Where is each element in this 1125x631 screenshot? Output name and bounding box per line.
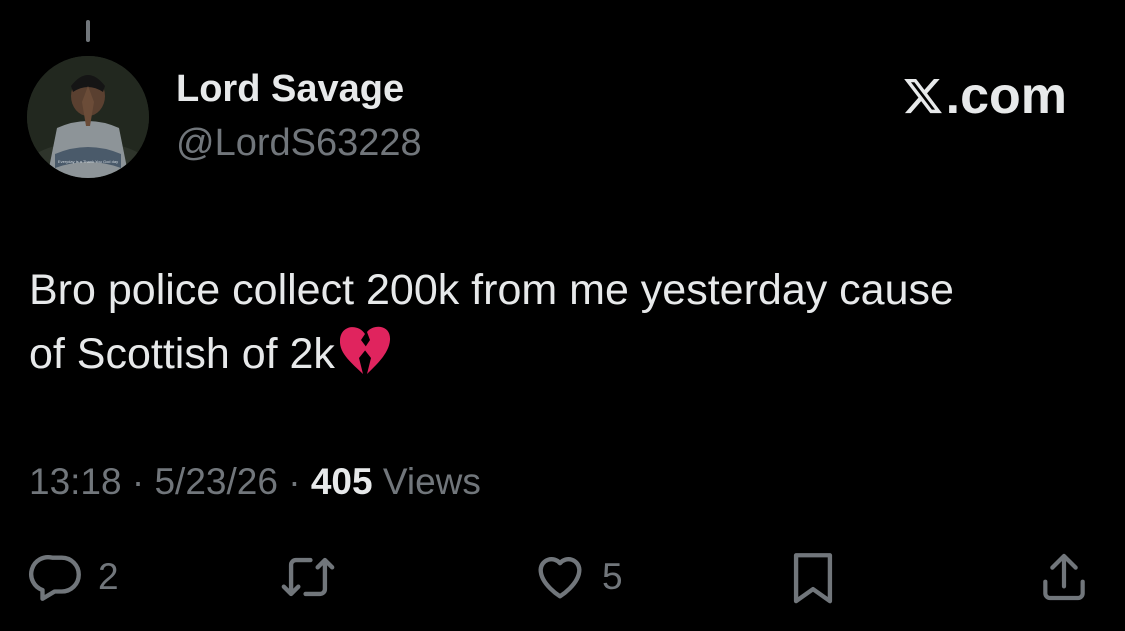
share-upload-icon: [1043, 553, 1085, 601]
reply-bubble-icon: [29, 555, 81, 601]
tweet-metadata: 13:18 · 5/23/26 · 405 Views: [29, 462, 481, 502]
share-button[interactable]: [1036, 548, 1092, 606]
thread-connector-line: [86, 20, 90, 42]
like-button[interactable]: 5: [530, 548, 623, 606]
views-count: 405: [310, 461, 373, 502]
avatar[interactable]: Everyday is a Thank You God day: [27, 56, 149, 178]
broken-heart-emoji-icon: [339, 326, 390, 374]
tweet-text-line-2: of Scottish of 2k: [29, 330, 335, 378]
meta-separator: ·: [277, 461, 311, 502]
meta-separator: ·: [121, 461, 155, 502]
heart-icon: [538, 557, 582, 599]
bookmark-icon: [793, 553, 833, 604]
repost-button[interactable]: [276, 548, 352, 606]
reply-button[interactable]: 2: [28, 548, 119, 606]
tweet-date[interactable]: 5/23/26: [154, 461, 277, 502]
like-count: 5: [602, 556, 623, 597]
tweet-text-line-1: Bro police collect 200k from me yesterda…: [29, 266, 954, 314]
bookmark-button[interactable]: [786, 548, 840, 606]
x-brand-watermark: .com: [902, 70, 1067, 122]
tweet-text: Bro police collect 200k from me yesterda…: [29, 258, 1099, 386]
avatar-image: Everyday is a Thank You God day: [27, 56, 149, 178]
x-logo-icon: [903, 78, 942, 114]
tweet-time[interactable]: 13:18: [29, 461, 122, 502]
brand-domain-label: .com: [945, 67, 1067, 125]
author-handle[interactable]: @LordS63228: [176, 124, 422, 162]
tweet-action-bar: 2 5: [0, 548, 1125, 608]
avatar-caption: Everyday is a Thank You God day: [58, 159, 118, 164]
views-label: Views: [382, 461, 481, 502]
repost-arrows-icon: [281, 557, 335, 597]
reply-count: 2: [98, 556, 119, 597]
author-name[interactable]: Lord Savage: [176, 70, 404, 108]
